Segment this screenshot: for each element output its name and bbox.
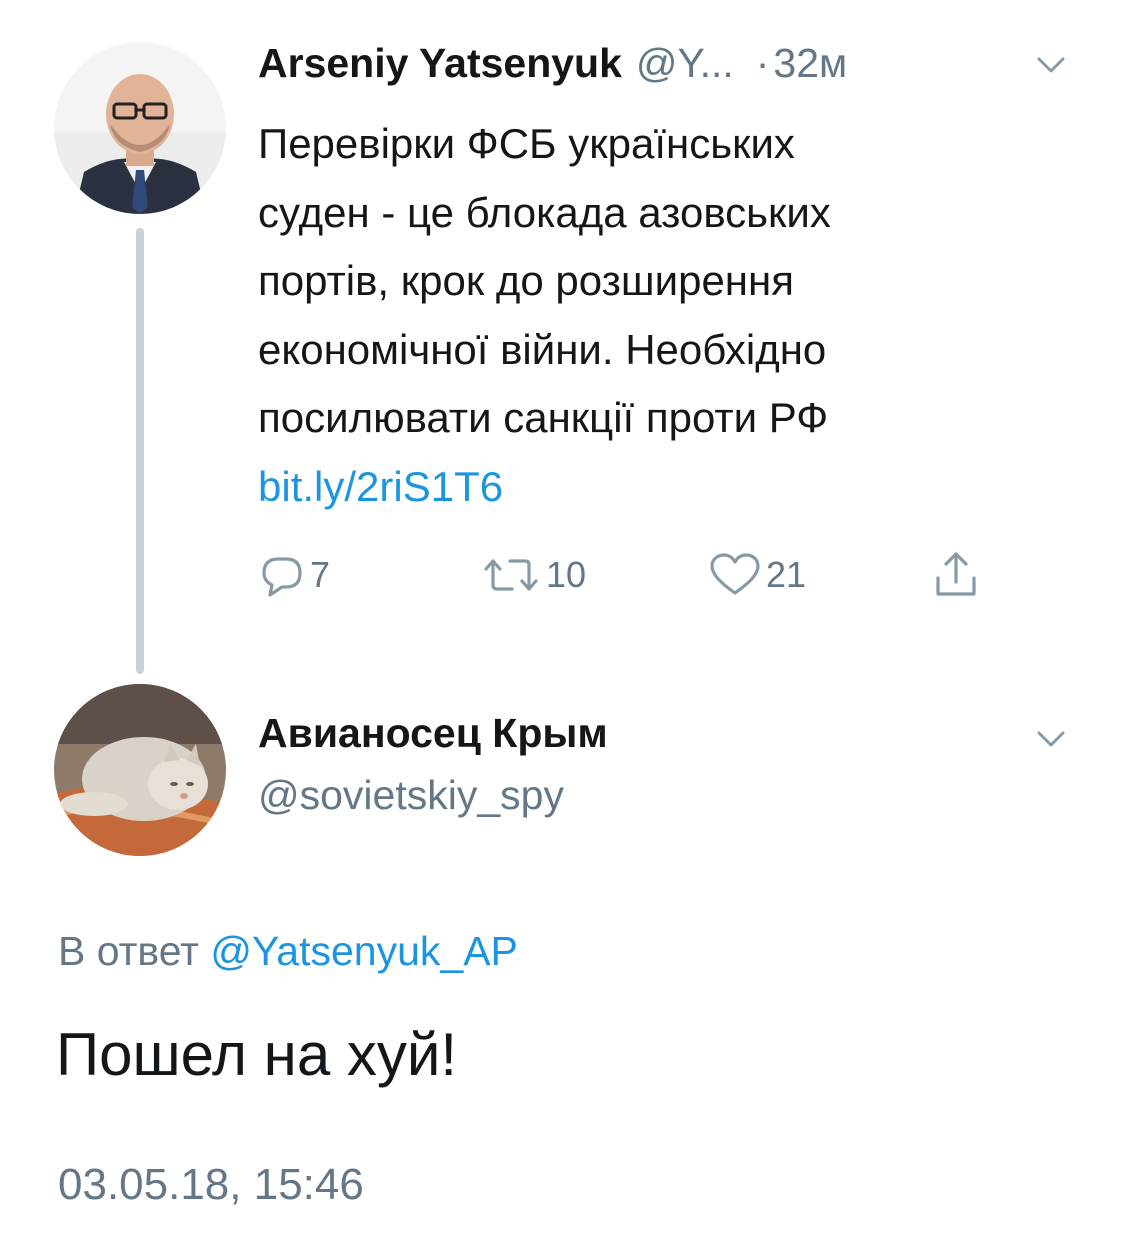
- separator-dot: ·: [755, 40, 770, 86]
- tweet-text-line: економічної війни. Необхідно: [258, 325, 827, 373]
- like-button[interactable]: 21: [708, 545, 806, 605]
- reply-button[interactable]: 7: [258, 545, 330, 605]
- tweet-text-line: суден - це блокада азовських: [258, 188, 831, 236]
- reply-icon: [258, 551, 306, 599]
- author-name[interactable]: Arseniy Yatsenyuk: [258, 40, 622, 87]
- heart-icon: [708, 551, 762, 599]
- avatar-portrait-image: [54, 42, 226, 214]
- author-avatar[interactable]: [54, 42, 226, 214]
- reply-to-mention[interactable]: @Yatsenyuk_AP: [210, 928, 518, 974]
- reply-to-line: В ответ @Yatsenyuk_AP: [58, 928, 518, 975]
- reply-author-avatar[interactable]: [54, 684, 226, 856]
- share-button[interactable]: [930, 545, 982, 605]
- reply-tweet-text: Пошел на хуй!: [56, 1021, 458, 1088]
- share-icon: [930, 548, 982, 602]
- chevron-down-icon[interactable]: [1034, 48, 1068, 82]
- reply-to-prefix: В ответ: [58, 928, 199, 974]
- reply-author-name[interactable]: Авианосец Крым: [258, 710, 608, 757]
- retweet-icon: [480, 551, 542, 599]
- parent-tweet-text: Перевірки ФСБ українських суден - це бло…: [258, 110, 1058, 521]
- chevron-down-icon[interactable]: [1034, 722, 1068, 756]
- retweet-button[interactable]: 10: [480, 545, 586, 605]
- author-handle[interactable]: @Y...: [636, 40, 734, 87]
- tweet-text-line: посилювати санкції проти РФ: [258, 394, 829, 441]
- tweet-link[interactable]: bit.ly/2riS1T6: [258, 453, 1058, 522]
- reply-author-handle[interactable]: @sovietskiy_spy: [258, 772, 564, 819]
- avatar-cat-image: [54, 684, 226, 856]
- reply-count: 7: [310, 554, 331, 595]
- tweet-text-line: портів, крок до розширення: [258, 257, 794, 304]
- tweet-timestamp[interactable]: 03.05.18, 15:46: [58, 1160, 364, 1210]
- tweet-time[interactable]: 32м: [773, 40, 847, 87]
- thread-connector-line: [136, 228, 144, 674]
- like-count: 21: [766, 554, 807, 595]
- tweet-text-line: Перевірки ФСБ українських: [258, 120, 795, 167]
- retweet-count: 10: [546, 554, 587, 595]
- tweet-action-bar: 7 10 21: [258, 545, 1018, 605]
- parent-tweet-header: Arseniy Yatsenyuk @Y... · 32м: [258, 40, 1058, 96]
